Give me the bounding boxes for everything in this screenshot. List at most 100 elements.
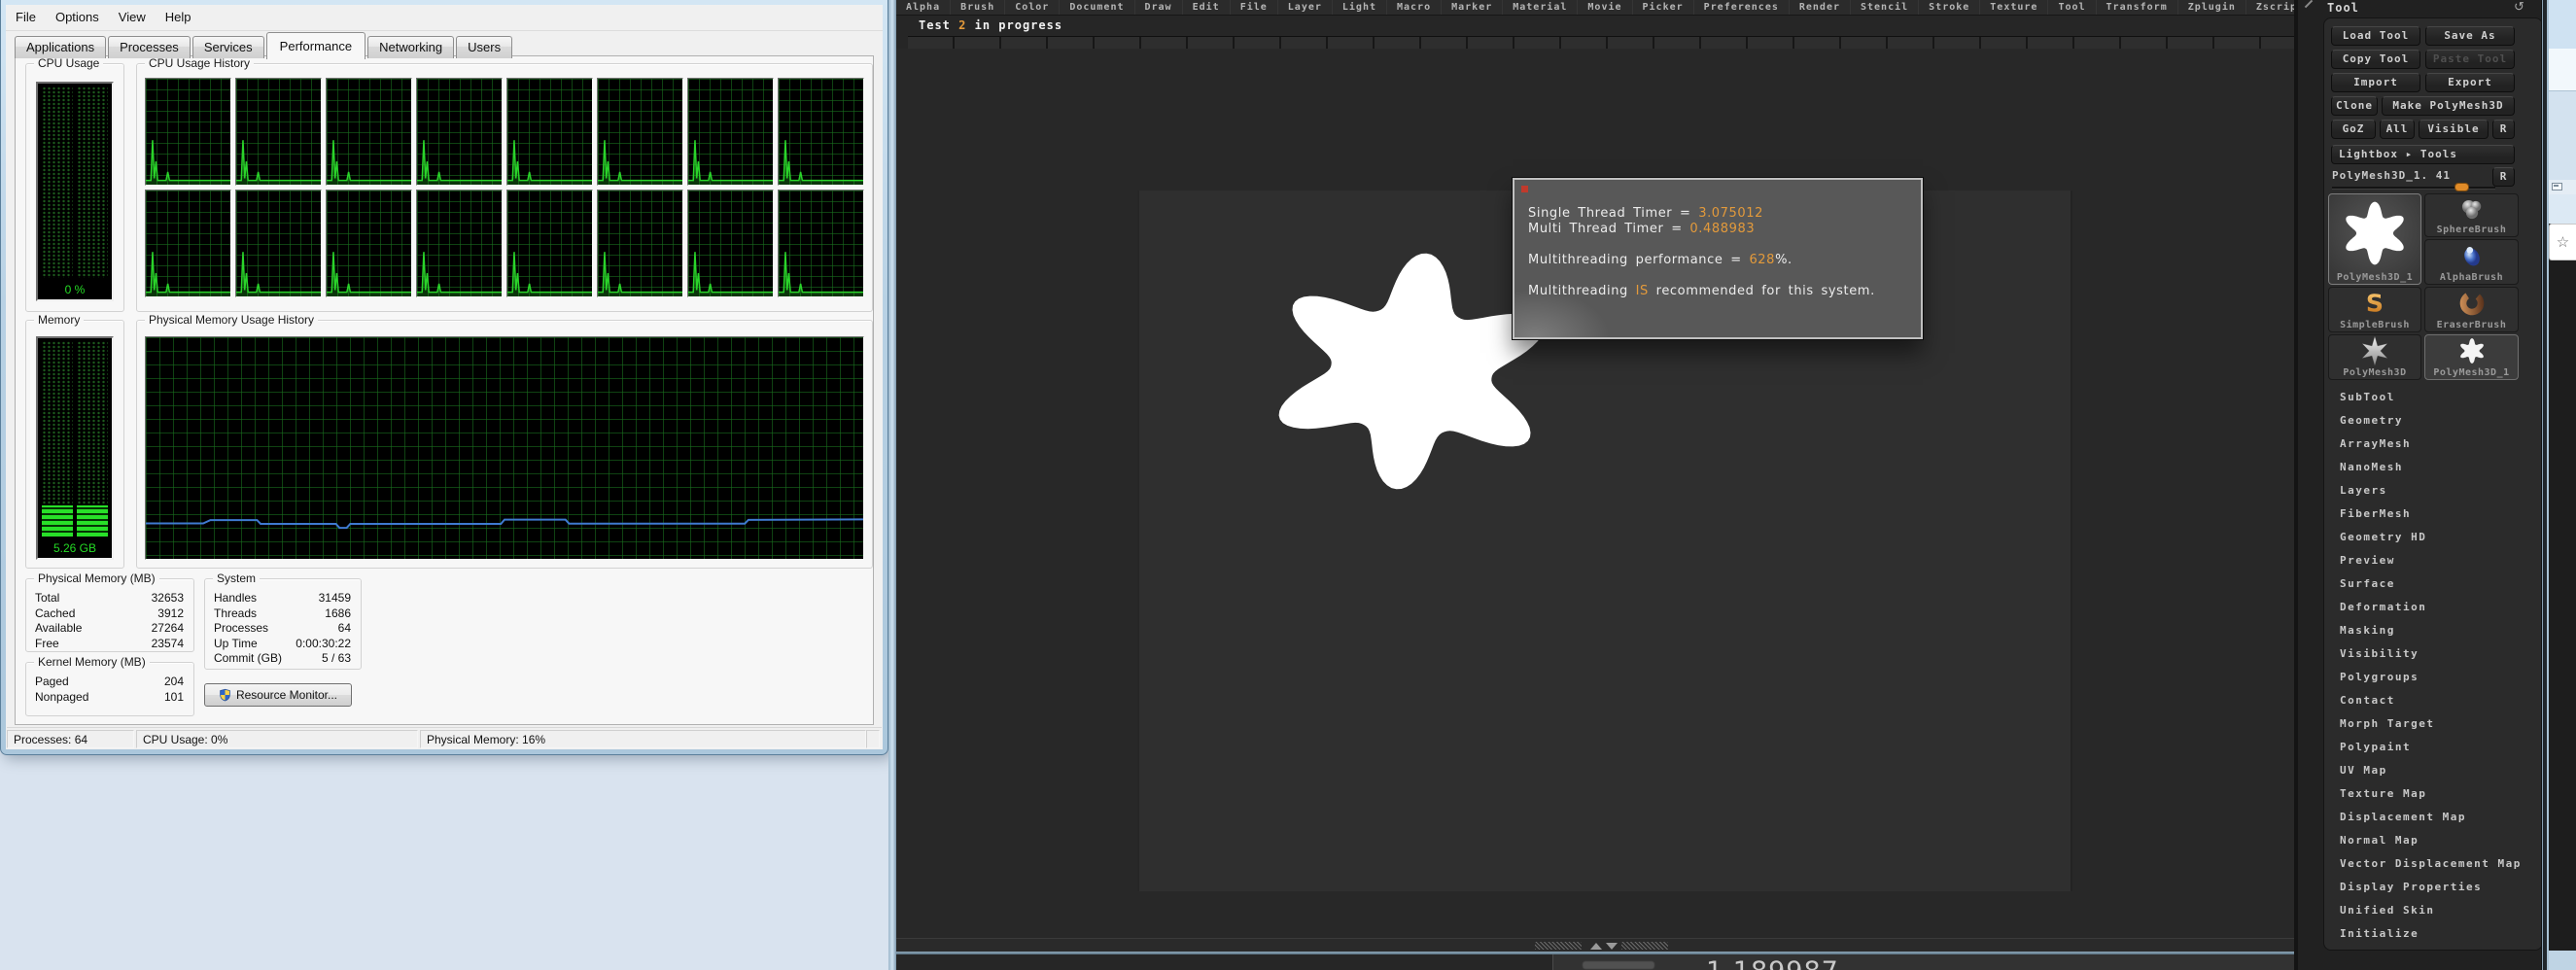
tool-section-item[interactable]: Geometry [2324, 409, 2544, 433]
tool-section-item[interactable]: Vector Displacement Map [2324, 852, 2544, 876]
tool-section-item[interactable]: Masking [2324, 619, 2544, 642]
tab[interactable]: Services [192, 36, 264, 58]
clone-button[interactable]: Clone [2331, 96, 2378, 116]
statusbar-cell: Physical Memory: 16% [420, 730, 866, 748]
tool-section-item[interactable]: Deformation [2324, 596, 2544, 619]
tool-section-item[interactable]: Display Properties [2324, 876, 2544, 899]
tool-section-item[interactable]: Morph Target [2324, 712, 2544, 736]
zbrush-menu-item[interactable]: Marker [1442, 0, 1503, 15]
menu-item[interactable]: View [109, 7, 156, 28]
zbrush-menu-item[interactable]: Movie [1578, 0, 1632, 15]
import-button[interactable]: Import [2331, 73, 2420, 92]
tab[interactable]: Users [456, 36, 512, 58]
tool-section-item[interactable]: Geometry HD [2324, 526, 2544, 549]
copy-tool-button[interactable]: Copy Tool [2331, 50, 2420, 69]
cpu-history-cell [235, 190, 322, 297]
menu-item[interactable]: Help [156, 7, 201, 28]
tool-section-item[interactable]: NanoMesh [2324, 456, 2544, 479]
zbrush-menu-item[interactable]: Draw [1135, 0, 1183, 15]
zbrush-menu-item[interactable]: Brush [951, 0, 1005, 15]
menu-item[interactable]: File [6, 7, 46, 28]
stat-row: Commit (GB)5 / 63 [205, 651, 361, 667]
load-tool-button[interactable]: Load Tool [2331, 26, 2420, 46]
tool-section-item[interactable]: Normal Map [2324, 829, 2544, 852]
zbrush-menu-item[interactable]: Layer [1278, 0, 1333, 15]
zbrush-menu-item[interactable]: Light [1333, 0, 1387, 15]
save-as-button[interactable]: Save As [2425, 26, 2515, 46]
tool-section-item[interactable]: Polypaint [2324, 736, 2544, 759]
stat-row: Available27264 [26, 621, 193, 637]
goz-button[interactable]: GoZ [2331, 120, 2376, 139]
menu-item[interactable]: Options [46, 7, 109, 28]
tool-section-item[interactable]: Contact [2324, 689, 2544, 712]
restore-configuration-icon[interactable]: ↺ [2514, 0, 2524, 15]
zbrush-menu-item[interactable]: Stencil [1851, 0, 1919, 15]
visible-button[interactable]: Visible [2419, 120, 2489, 139]
zbrush-menu-item[interactable]: Transform [2097, 0, 2178, 15]
memory-history-group-label: Physical Memory Usage History [145, 313, 318, 327]
zbrush-menu-item[interactable]: Render [1790, 0, 1851, 15]
splitter-down-icon[interactable] [1606, 943, 1618, 950]
zbrush-menu-item[interactable]: Alpha [896, 0, 951, 15]
resource-monitor-button[interactable]: Resource Monitor... [204, 683, 352, 707]
zbrush-window-right-border [2541, 0, 2549, 970]
tool-section-item[interactable]: ArrayMesh [2324, 433, 2544, 456]
tool-section-item[interactable]: FiberMesh [2324, 502, 2544, 526]
zbrush-menu-item[interactable]: Material [1503, 0, 1578, 15]
splitter-up-icon[interactable] [1590, 943, 1602, 950]
zbrush-menu-item[interactable]: Tool [2048, 0, 2096, 15]
sphere-brush-icon [2457, 194, 2487, 224]
zbrush-menu-item[interactable]: Color [1005, 0, 1060, 15]
tool-section-item[interactable]: Visibility [2324, 642, 2544, 666]
zbrush-menu-item[interactable]: Stroke [1919, 0, 1980, 15]
tool-section-item[interactable]: Layers [2324, 479, 2544, 502]
task-manager-tabs: ApplicationsProcessesServicesPerformance… [15, 33, 514, 58]
tool-thumbnail[interactable]: EraserBrush [2424, 287, 2519, 332]
tool-section-item[interactable]: Texture Map [2324, 782, 2544, 806]
splitter-grip[interactable] [1535, 942, 1582, 950]
tool-section-item[interactable]: Polygroups [2324, 666, 2544, 689]
system-group-label: System [213, 572, 260, 585]
r-button[interactable]: R [2492, 120, 2515, 139]
tool-section-item[interactable]: SubTool [2324, 386, 2544, 409]
tray-collapse-icon[interactable] [2305, 0, 2313, 8]
tab[interactable]: Applications [15, 36, 106, 58]
tool-thumbnail[interactable]: PolyMesh3D [2328, 334, 2421, 380]
tool-section-item[interactable]: Unified Skin [2324, 899, 2544, 922]
make-polymesh3d-button[interactable]: Make PolyMesh3D [2382, 96, 2515, 116]
r-button[interactable]: R [2492, 167, 2515, 187]
tool-section-item[interactable]: Initialize [2324, 922, 2544, 946]
zbrush-menu-item[interactable]: Preferences [1694, 0, 1790, 15]
cpu-history-cell [778, 78, 864, 186]
tool-section-item[interactable]: Surface [2324, 572, 2544, 596]
tool-thumbnail[interactable]: AlphaBrush [2424, 239, 2519, 285]
favorites-star-icon[interactable]: ☆ [2549, 224, 2576, 260]
window-icon[interactable] [2552, 183, 2562, 191]
zbrush-menu-item[interactable]: File [1231, 0, 1278, 15]
zbrush-menu-item[interactable]: Document [1060, 0, 1134, 15]
canvas-splitter[interactable] [896, 938, 2294, 953]
tool-section-item[interactable]: Displacement Map [2324, 806, 2544, 829]
tool-slider-handle[interactable] [2454, 183, 2469, 191]
tool-thumbnail[interactable]: SphereBrush [2424, 193, 2519, 237]
zbrush-menu-item[interactable]: Zplugin [2178, 0, 2246, 15]
zbrush-menu-item[interactable]: Texture [1980, 0, 2048, 15]
selected-tool-thumbnail[interactable]: PolyMesh3D_1 [2424, 334, 2519, 380]
kernel-memory-group-label: Kernel Memory (MB) [34, 655, 150, 669]
tool-thumbnail[interactable]: S SimpleBrush [2328, 287, 2421, 332]
zbrush-window-left-border [888, 0, 896, 970]
tool-section-item[interactable]: UV Map [2324, 759, 2544, 782]
tab[interactable]: Processes [108, 36, 191, 58]
tool-section-item[interactable]: Preview [2324, 549, 2544, 572]
tab[interactable]: Performance [266, 32, 366, 59]
splitter-grip[interactable] [1621, 942, 1668, 950]
all-button[interactable]: All [2380, 120, 2415, 139]
zbrush-menu-item[interactable]: Picker [1633, 0, 1694, 15]
export-button[interactable]: Export [2425, 73, 2515, 92]
lightbox-tools-button[interactable]: Lightbox ▸ Tools [2331, 145, 2515, 164]
tab[interactable]: Networking [367, 36, 454, 58]
zbrush-menu-item[interactable]: Edit [1183, 0, 1231, 15]
tool-slider[interactable] [2332, 187, 2495, 190]
zbrush-menu-item[interactable]: Macro [1387, 0, 1442, 15]
active-tool-thumbnail[interactable]: PolyMesh3D_1 [2328, 193, 2421, 285]
